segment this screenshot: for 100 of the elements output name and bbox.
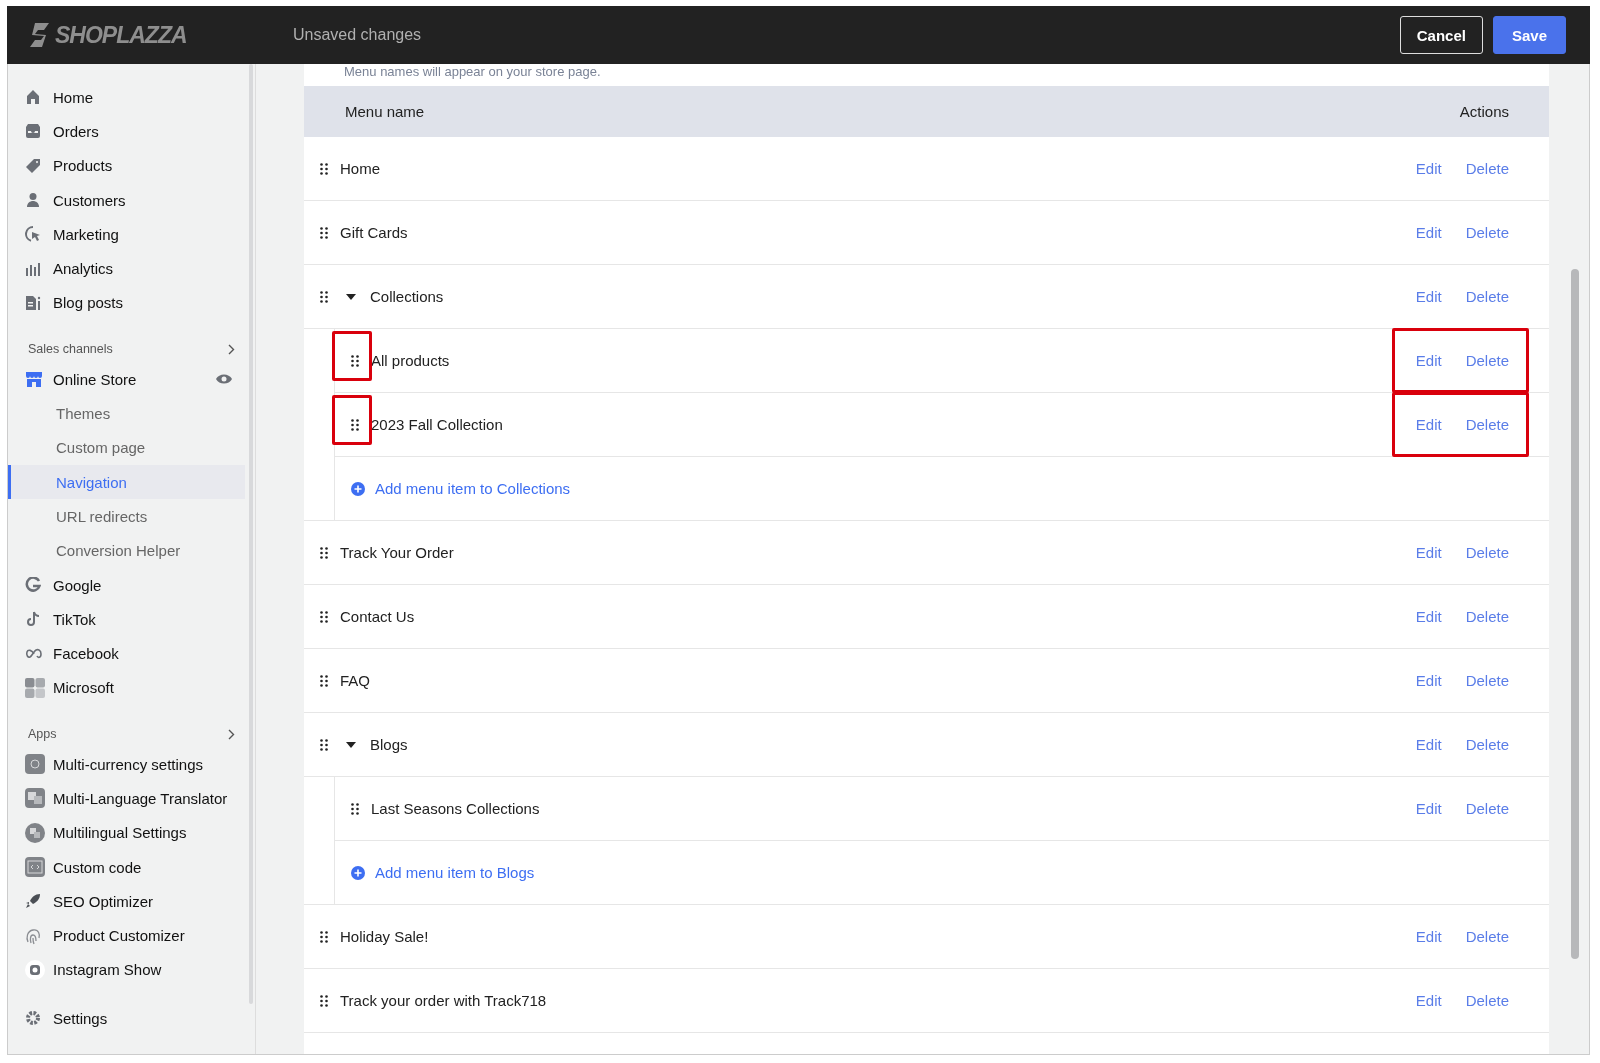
inbox-icon: [25, 123, 41, 140]
nav-item[interactable]: Marketing: [8, 217, 255, 252]
delete-link[interactable]: Delete: [1465, 800, 1509, 817]
drag-handle-icon[interactable]: [320, 738, 328, 751]
nav-item[interactable]: Analytics: [8, 251, 255, 286]
brand-name: SHOPLAZZA: [55, 21, 187, 49]
nav-item[interactable]: Multilingual Settings: [8, 815, 255, 850]
menu-item-name: All products: [371, 352, 451, 369]
plus-circle-icon: [351, 481, 365, 496]
nav-item[interactable]: TikTok: [8, 602, 255, 637]
nav-item[interactable]: Multi-Language Translator: [8, 781, 255, 816]
delete-link[interactable]: Delete: [1465, 288, 1509, 305]
nav-item[interactable]: Facebook: [8, 636, 255, 671]
save-button[interactable]: Save: [1492, 16, 1566, 54]
delete-link[interactable]: Delete: [1465, 608, 1509, 625]
menu-item-name: Holiday Sale!: [340, 928, 430, 945]
highlight-frame: [332, 394, 372, 445]
drag-handle-icon[interactable]: [351, 802, 359, 815]
drag-handle-icon[interactable]: [320, 994, 328, 1007]
drag-handle-icon[interactable]: [320, 546, 328, 559]
plus-circle-icon: [351, 865, 365, 880]
edit-link[interactable]: Edit: [1415, 672, 1442, 689]
drag-handle-icon[interactable]: [320, 226, 328, 239]
menu-item-name: Track your order with Track718: [340, 992, 548, 1009]
nav-item[interactable]: Customers: [8, 182, 255, 218]
edit-link[interactable]: Edit: [1415, 800, 1442, 817]
delete-link[interactable]: Delete: [1465, 352, 1509, 369]
music-note-icon: [25, 611, 41, 628]
delete-link[interactable]: Delete: [1465, 928, 1509, 945]
delete-link[interactable]: Delete: [1465, 544, 1509, 561]
drag-handle-icon[interactable]: [351, 418, 359, 431]
code-window-icon: [25, 857, 45, 878]
column-header: Menu name: [345, 103, 425, 120]
menu-item-name: Last Seasons Collections: [371, 800, 541, 817]
nav-item[interactable]: Orders: [8, 114, 255, 149]
app-tile-icon: [25, 754, 45, 775]
edit-link[interactable]: Edit: [1415, 288, 1442, 305]
delete-link[interactable]: Delete: [1465, 416, 1509, 433]
cancel-button[interactable]: Cancel: [1399, 16, 1483, 54]
edit-link[interactable]: Edit: [1415, 160, 1442, 177]
logo-icon: [29, 22, 51, 48]
edit-link[interactable]: Edit: [1415, 544, 1442, 561]
chevron-right-icon[interactable]: [228, 343, 235, 355]
drag-handle-icon[interactable]: [320, 930, 328, 943]
drag-handle-icon[interactable]: [320, 610, 328, 623]
drag-handle-icon[interactable]: [351, 354, 359, 367]
caret-icon[interactable]: [346, 293, 356, 300]
nav-item[interactable]: SEO Optimizer: [8, 884, 255, 919]
add-item-link[interactable]: Add menu item to Blogs: [351, 864, 535, 881]
section-title: Apps: [28, 727, 57, 742]
edit-link[interactable]: Edit: [1415, 992, 1442, 1009]
nav-item[interactable]: Multi-currency settings: [8, 747, 255, 782]
nav-item[interactable]: Custom code: [8, 849, 255, 885]
nav-sub-item[interactable]: Navigation: [8, 464, 245, 500]
eye-icon[interactable]: [215, 373, 233, 386]
nav-item[interactable]: Microsoft: [8, 670, 255, 706]
section-title: Sales channels: [28, 342, 113, 357]
edit-link[interactable]: Edit: [1415, 416, 1442, 433]
menu-item-name: Gift Cards: [340, 224, 409, 241]
nav-item[interactable]: Home: [8, 80, 255, 115]
target-cursor-icon: [25, 226, 41, 243]
nav-item[interactable]: Instagram Show: [8, 952, 255, 988]
delete-link[interactable]: Delete: [1465, 992, 1509, 1009]
edit-link[interactable]: Edit: [1415, 736, 1442, 753]
delete-link[interactable]: Delete: [1465, 672, 1509, 689]
hint-text: Menu names will appear on your store page.: [343, 64, 602, 81]
edit-link[interactable]: Edit: [1415, 608, 1442, 625]
menu-item-name: 2023 Fall Collection: [371, 416, 504, 433]
delete-link[interactable]: Delete: [1465, 224, 1509, 241]
nav-item[interactable]: Products: [8, 148, 255, 183]
nav-sub-item[interactable]: Themes: [8, 396, 245, 431]
nav-sub-item[interactable]: Custom page: [8, 430, 245, 465]
delete-link[interactable]: Delete: [1465, 736, 1509, 753]
nav-item[interactable]: Blog posts: [8, 285, 255, 321]
menu-item-name: Contact Us: [340, 608, 416, 625]
bar-chart-icon: [25, 260, 41, 277]
page-status: Unsaved changes: [293, 26, 423, 44]
drag-handle-icon[interactable]: [320, 162, 328, 175]
menu-item-name: Blogs: [370, 736, 409, 753]
drag-handle-icon[interactable]: [320, 674, 328, 687]
highlight-frame: [332, 330, 372, 381]
document-icon: [25, 294, 41, 311]
edit-link[interactable]: Edit: [1415, 352, 1442, 369]
squares-icon: [25, 677, 45, 698]
drag-handle-icon[interactable]: [320, 290, 328, 303]
chevron-right-icon[interactable]: [228, 728, 235, 740]
nav-item[interactable]: Google: [8, 567, 255, 603]
add-item-link[interactable]: Add menu item to Collections: [351, 480, 571, 497]
menu-item-name: Home: [340, 160, 381, 177]
nav-item[interactable]: Product Customizer: [8, 918, 255, 953]
store-icon: [25, 371, 43, 388]
edit-link[interactable]: Edit: [1415, 224, 1442, 241]
tag-icon: [25, 157, 41, 174]
nav-item[interactable]: Settings: [8, 1001, 255, 1036]
nav-sub-item[interactable]: URL redirects: [8, 499, 245, 534]
nav-item[interactable]: Online Store: [8, 362, 255, 397]
caret-icon[interactable]: [346, 741, 356, 748]
delete-link[interactable]: Delete: [1465, 160, 1509, 177]
nav-sub-item[interactable]: Conversion Helper: [8, 533, 245, 568]
edit-link[interactable]: Edit: [1415, 928, 1442, 945]
